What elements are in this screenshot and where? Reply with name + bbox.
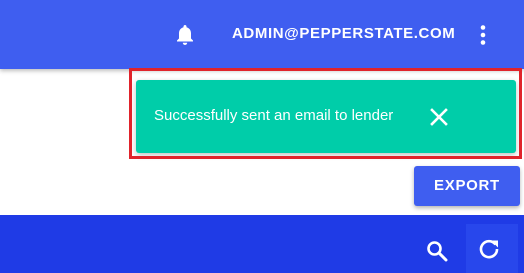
- close-icon[interactable]: [430, 108, 448, 126]
- top-app-bar: ADMIN@PEPPERSTATE.COM: [0, 0, 524, 69]
- bell-icon[interactable]: [175, 23, 195, 47]
- export-button[interactable]: EXPORT: [414, 166, 520, 206]
- success-toast: Successfully sent an email to lender: [136, 80, 516, 153]
- search-icon[interactable]: [426, 240, 448, 262]
- user-email-menu[interactable]: ADMIN@PEPPERSTATE.COM: [232, 24, 455, 44]
- toast-message: Successfully sent an email to lender: [154, 107, 394, 124]
- refresh-icon: [479, 239, 499, 259]
- more-vert-icon[interactable]: [478, 24, 488, 46]
- refresh-button[interactable]: [466, 224, 518, 273]
